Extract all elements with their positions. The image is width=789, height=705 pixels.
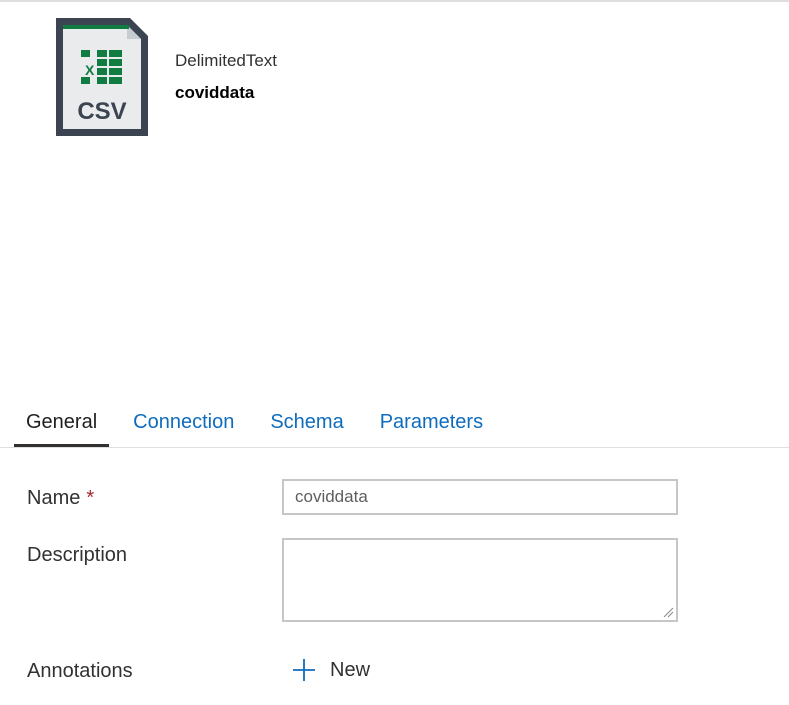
top-divider [0,0,789,2]
new-button-label: New [330,658,371,681]
description-label: Description [27,544,128,566]
resize-grip-icon[interactable] [662,606,674,618]
name-field[interactable]: coviddata [282,479,678,515]
tab-bar: General Connection Schema Parameters [14,400,507,448]
annotations-label: Annotations [27,660,133,682]
plus-icon [293,659,315,681]
dataset-name-title: coviddata [175,83,255,102]
dataset-type-label: DelimitedText [175,51,278,70]
tab-connection[interactable]: Connection [121,400,246,446]
required-marker: * [86,487,95,509]
tab-parameters[interactable]: Parameters [368,400,495,446]
description-field[interactable] [282,538,678,622]
svg-text:X: X [85,62,95,78]
name-label-text: Name [27,487,81,509]
new-annotation-button[interactable]: New [292,655,370,685]
tab-schema[interactable]: Schema [258,400,355,446]
csv-icon-label: CSV [77,98,126,125]
tab-general[interactable]: General [14,400,110,447]
name-label: Name * [27,487,94,510]
tab-divider [0,447,789,448]
csv-file-icon: X CSV [54,16,150,138]
